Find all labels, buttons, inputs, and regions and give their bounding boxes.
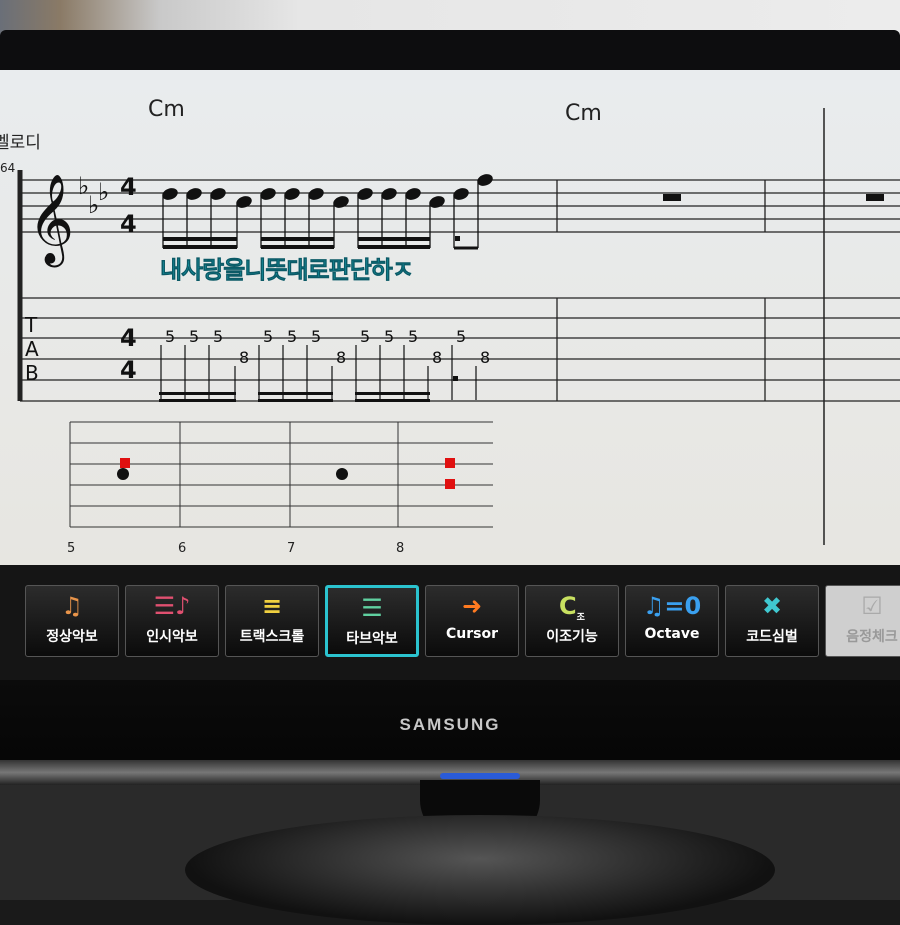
finger-dot — [336, 468, 348, 480]
track-scroll-icon: ≡ — [261, 592, 283, 620]
tab-fret-number: 8 — [432, 348, 442, 367]
fret-label: 8 — [396, 541, 404, 556]
brand-logo: SAMSUNG — [399, 715, 501, 734]
tab-dot — [453, 376, 458, 381]
toolbar-button-sheet-music[interactable]: ♫ 정상악보 — [25, 585, 119, 657]
monitor-bezel-top — [0, 30, 900, 75]
fret-label: 7 — [287, 541, 295, 556]
score-screen: 멜로디 64 Cm Cm 𝄞 ♭ ♭ ♭ 4 4 T A B 4 4 내사랑을니… — [0, 70, 900, 565]
tab-fret-number: 5 — [360, 327, 370, 346]
lyrics: 내사랑을니뜻대로판단하ㅈ — [160, 256, 413, 284]
tab-a: A — [25, 337, 39, 361]
whole-rest — [663, 194, 681, 201]
flat-3: ♭ — [98, 178, 109, 206]
fret-label: 6 — [178, 541, 186, 556]
tab-beam — [159, 392, 236, 395]
tab-fret-number: 5 — [189, 327, 199, 346]
beam — [358, 237, 430, 241]
tab-fret-number: 5 — [311, 327, 321, 346]
toolbar-button-label: 코드심벌 — [746, 629, 798, 645]
chord-2: Cm — [565, 101, 602, 126]
tab-beam — [258, 392, 333, 395]
tab-beam — [159, 399, 236, 402]
measure-number: 64 — [0, 161, 15, 175]
toolbar-button-label: 이조기능 — [546, 629, 598, 645]
tab-time-top: 4 — [120, 324, 137, 352]
fret-marker — [445, 479, 455, 489]
pitch-check-icon: ☑ — [861, 592, 883, 620]
toolbar-button-label: 타브악보 — [346, 631, 398, 647]
tab-fret-number: 5 — [213, 327, 223, 346]
fret-marker — [120, 458, 130, 468]
finger-dot — [117, 468, 129, 480]
time-sig-top: 4 — [120, 173, 137, 201]
toolbar-button-notes[interactable]: ☰♪ 인시악보 — [125, 585, 219, 657]
fret-marker — [445, 458, 455, 468]
toolbar-button-label: Octave — [644, 626, 700, 642]
tab-t: T — [24, 313, 38, 337]
treble-clef: 𝄞 — [28, 174, 74, 268]
dot — [455, 236, 460, 241]
chord-1: Cm — [148, 97, 185, 122]
chord-symbol-icon: ✖ — [761, 592, 783, 620]
arrow-right-icon: ➜ — [461, 592, 483, 620]
tab-fret-number: 8 — [480, 348, 490, 367]
tab-fret-number: 5 — [165, 327, 175, 346]
toolbar-button-label: 인시악보 — [146, 629, 198, 645]
monitor-stand — [185, 815, 775, 925]
transpose-sub-label: 조 — [576, 612, 585, 623]
toolbar-button-chord-symbol[interactable]: ✖ 코드심벌 — [725, 585, 819, 657]
whole-rest — [866, 194, 884, 201]
toolbar-button-track-scroll[interactable]: ≡ 트랙스크롤 — [225, 585, 319, 657]
toolbar-button-label: Cursor — [445, 626, 498, 642]
tab-fret-number: 5 — [456, 327, 466, 346]
toolbar-button-transpose[interactable]: C조이조기능 — [525, 585, 619, 657]
octave-icon: ♫=0 — [642, 592, 702, 620]
tab-fret-number: 5 — [287, 327, 297, 346]
time-sig-bottom: 4 — [120, 210, 137, 238]
tab-fret-number: 5 — [263, 327, 273, 346]
toolbar-button-octave[interactable]: ♫=0 Octave — [625, 585, 719, 657]
beam — [163, 245, 237, 249]
notes-icon: ☰♪ — [153, 592, 191, 620]
tab-beam — [355, 392, 430, 395]
toolbar-button-label: 음정체크 — [846, 629, 898, 645]
beam — [261, 237, 334, 241]
toolbar-button-tab-score[interactable]: ☰ 타브악보 — [325, 585, 419, 657]
tab-fret-number: 5 — [384, 327, 394, 346]
sheet-music-icon: ♫ — [61, 592, 83, 620]
toolbar-button-label: 정상악보 — [46, 629, 98, 645]
beam — [261, 245, 334, 249]
toolbar: ♫ 정상악보 ☰♪ 인시악보 ≡ 트랙스크롤 ☰ 타브악보 ➜ Cursor C조이조기능 ♫=0 Oc… — [0, 565, 900, 680]
track-name: 멜로디 — [0, 133, 41, 153]
fret-label: 5 — [67, 541, 75, 556]
beam — [358, 245, 430, 249]
tab-fret-number: 8 — [336, 348, 346, 367]
toolbar-button-label: 트랙스크롤 — [239, 629, 305, 645]
tab-beam — [355, 399, 430, 402]
toolbar-button-arrow-right[interactable]: ➜ Cursor — [425, 585, 519, 657]
score-canvas: 멜로디 64 Cm Cm 𝄞 ♭ ♭ ♭ 4 4 T A B 4 4 내사랑을니… — [0, 97, 900, 556]
tab-beam — [258, 399, 333, 402]
tab-score-icon: ☰ — [361, 594, 383, 622]
tab-time-bottom: 4 — [120, 356, 137, 384]
toolbar-button-pitch-check[interactable]: ☑ 음정체크 — [825, 585, 900, 657]
tab-fret-number: 5 — [408, 327, 418, 346]
power-led — [440, 773, 520, 779]
tab-b: B — [25, 361, 39, 385]
beam — [163, 237, 237, 241]
tab-fret-number: 8 — [239, 348, 249, 367]
transpose-icon: C조 — [559, 592, 585, 623]
